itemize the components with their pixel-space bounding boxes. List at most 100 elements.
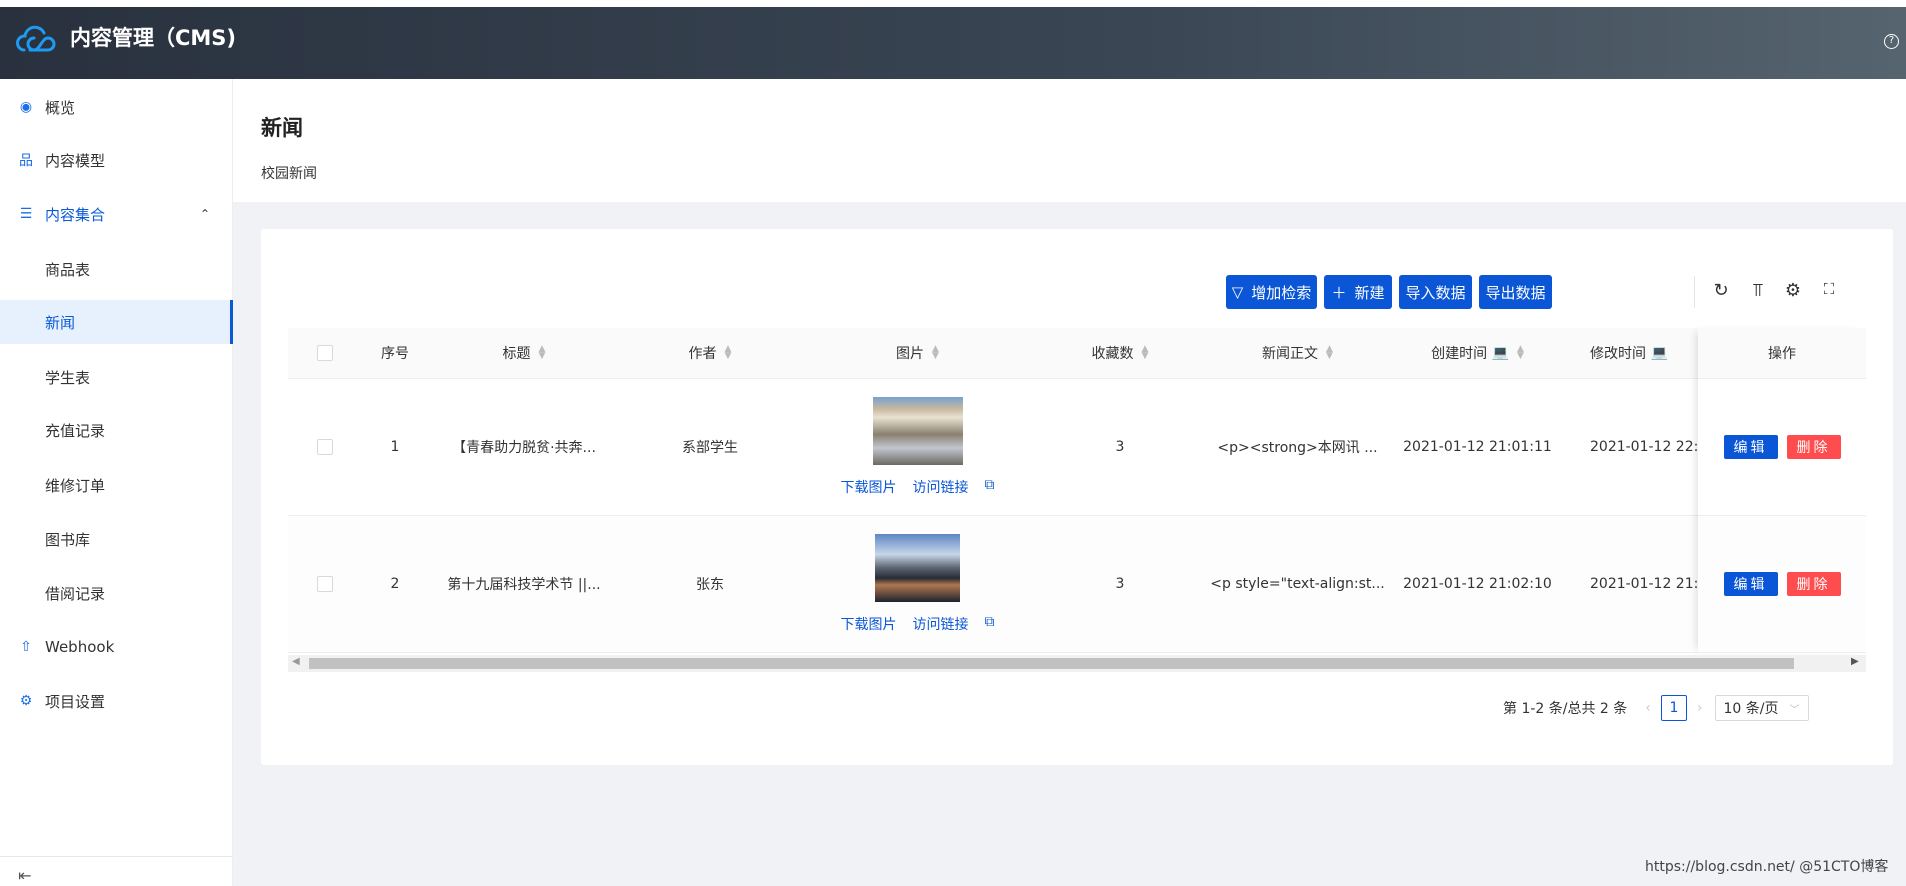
import-button[interactable]: 导入数据 — [1399, 275, 1472, 309]
select-all-checkbox[interactable] — [317, 345, 333, 361]
header-author[interactable]: 作者 ▲ ▼ — [620, 328, 800, 378]
scroll-left-arrow-icon[interactable]: ◀ — [292, 656, 300, 667]
header-label: 标题 — [502, 346, 531, 362]
download-image-link[interactable]: 下载图片 — [841, 477, 897, 497]
header-title[interactable]: 标题 ▲ ▼ — [428, 328, 620, 378]
header-content[interactable]: 新闻正文 ▲ ▼ — [1205, 328, 1390, 378]
toolbar-divider — [1694, 276, 1695, 308]
setting-icon: ⚙ — [19, 693, 33, 709]
column-height-icon[interactable]: ⫪ — [1746, 280, 1770, 301]
page-size-select[interactable]: 10 条/页 ﹀ — [1714, 695, 1809, 721]
row-checkbox[interactable] — [317, 439, 333, 455]
filter-icon: ▽ — [1231, 283, 1244, 301]
database-icon: ☰ — [19, 206, 33, 222]
cell-image: 下载图片 访问链接 ⧉ — [800, 516, 1035, 652]
header-label: 修改时间 — [1590, 346, 1646, 362]
header-created[interactable]: 创建时间 💻 ▲ ▼ — [1390, 328, 1565, 378]
create-button[interactable]: ＋ 新建 — [1324, 275, 1392, 309]
cell-created: 2021-01-12 21:02:10 — [1403, 576, 1552, 592]
cell-created: 2021-01-12 21:01:11 — [1403, 439, 1552, 455]
question-circle-icon[interactable]: ? — [1884, 34, 1899, 49]
top-strip — [0, 0, 1906, 7]
header-label: 新闻正文 — [1262, 346, 1319, 362]
next-page-icon[interactable]: › — [1697, 700, 1703, 716]
chevron-up-icon: ⌃ — [200, 207, 211, 221]
copy-icon[interactable]: ⧉ — [985, 614, 995, 634]
sidebar-item-content-model[interactable]: 品内容模型 — [0, 138, 233, 182]
header-label: 创建时间 — [1431, 346, 1488, 362]
delete-button[interactable]: 删除 — [1786, 572, 1841, 596]
cell-content: <p><strong>本网讯 ... — [1217, 440, 1378, 456]
sidebar-item-label: 商品表 — [45, 260, 91, 279]
cell-image: 下载图片 访问链接 ⧉ — [800, 379, 1035, 515]
edit-button[interactable]: 编辑 — [1723, 435, 1778, 459]
sidebar: ◉ 概览 品内容模型 ☰ 内容集合 ⌃ 商品表 新闻 学生表 充值记录 维修订单 图书… — [0, 79, 233, 886]
news-image-thumbnail[interactable] — [872, 397, 963, 465]
laptop-icon: 💻 — [1491, 345, 1509, 361]
sidebar-item-borrow-records[interactable]: 借阅记录 — [0, 571, 233, 615]
cell-index: 2 — [390, 576, 400, 592]
add-filter-button[interactable]: ▽ 增加检索 — [1226, 275, 1317, 309]
setting-icon[interactable]: ⚙ — [1781, 280, 1805, 301]
menu-fold-icon[interactable]: ⇤ — [18, 866, 31, 885]
sort-icon: ▲ ▼ — [1326, 344, 1333, 361]
header-favorites[interactable]: 收藏数 ▲ ▼ — [1035, 328, 1205, 378]
export-button[interactable]: 导出数据 — [1479, 275, 1552, 309]
visit-link[interactable]: 访问链接 — [913, 477, 969, 497]
sidebar-item-label: 新闻 — [45, 313, 76, 332]
sidebar-item-overview[interactable]: ◉ 概览 — [0, 85, 233, 129]
cell-title: 【青春助力脱贫·共奔... — [452, 440, 596, 456]
page-1-button[interactable]: 1 — [1660, 695, 1687, 721]
button-label: 新建 — [1354, 283, 1385, 302]
download-image-link[interactable]: 下载图片 — [841, 614, 897, 634]
cluster-icon: 品 — [19, 153, 33, 169]
header-label: 图片 — [896, 346, 925, 362]
page-header — [233, 79, 1906, 202]
visit-link[interactable]: 访问链接 — [913, 614, 969, 634]
sidebar-item-label: Webhook — [45, 638, 115, 656]
row-checkbox[interactable] — [317, 576, 333, 592]
cell-modified: 2021-01-12 21: — [1590, 576, 1698, 592]
fullscreen-icon[interactable]: ⛶ — [1817, 280, 1841, 298]
row-actions: 编辑 删除 — [1698, 379, 1866, 516]
sidebar-item-webhook[interactable]: ⇧ Webhook — [0, 625, 233, 669]
scroll-right-arrow-icon[interactable]: ▶ — [1851, 656, 1859, 667]
sidebar-item-recharge[interactable]: 充值记录 — [0, 408, 233, 452]
sidebar-item-students[interactable]: 学生表 — [0, 355, 233, 399]
sidebar-item-content-collection[interactable]: ☰ 内容集合 ⌃ — [0, 192, 233, 236]
header-label: 收藏数 — [1091, 346, 1134, 362]
page-title: 新闻 — [261, 116, 303, 140]
data-table: 序号 标题 ▲ ▼ 作者 ▲ ▼ 图片 ▲ ▼ 收藏数 ▲ ▼ 新闻正文 ▲ ▼ 创建时间 💻 ▲ ▼ … — [288, 328, 1698, 653]
news-image-thumbnail[interactable] — [875, 534, 960, 602]
sidebar-item-repair-orders[interactable]: 维修订单 — [0, 463, 233, 507]
actions-column: 操作 编辑 删除 编辑 删除 — [1698, 328, 1866, 653]
row-actions: 编辑 删除 — [1698, 516, 1866, 653]
sidebar-item-library[interactable]: 图书库 — [0, 517, 233, 561]
page-size-value: 10 条/页 — [1723, 701, 1779, 717]
copy-icon[interactable]: ⧉ — [985, 477, 995, 497]
pagination-summary: 第 1-2 条/总共 2 条 — [1503, 701, 1628, 717]
prev-page-icon[interactable]: ‹ — [1645, 700, 1651, 716]
button-label: 导入数据 — [1405, 283, 1466, 302]
sort-icon: ▲ ▼ — [932, 344, 939, 361]
laptop-icon: 💻 — [1650, 345, 1668, 361]
header-image[interactable]: 图片 ▲ ▼ — [800, 328, 1035, 378]
sort-icon: ▲ ▼ — [1516, 344, 1524, 361]
sidebar-item-label: 充值记录 — [45, 421, 106, 440]
cell-author: 张东 — [696, 577, 724, 593]
sidebar-item-products[interactable]: 商品表 — [0, 247, 233, 291]
cell-content: <p style="text-align:st... — [1210, 576, 1385, 592]
app-title: 内容管理（CMS) — [70, 26, 237, 50]
header-modified[interactable]: 修改时间 💻 — [1565, 328, 1698, 378]
sidebar-item-label: 借阅记录 — [45, 584, 106, 603]
table-row: 1 【青春助力脱贫·共奔... 系部学生 下载图片 访问链接 ⧉ 3 <p><str… — [288, 379, 1698, 516]
edit-button[interactable]: 编辑 — [1723, 572, 1778, 596]
scrollbar-thumb[interactable] — [309, 658, 1794, 669]
sidebar-item-news[interactable]: 新闻 — [0, 300, 233, 344]
delete-button[interactable]: 删除 — [1786, 435, 1841, 459]
sidebar-item-settings[interactable]: ⚙ 项目设置 — [0, 679, 233, 723]
reload-icon[interactable]: ↻ — [1709, 280, 1733, 301]
sidebar-item-label: 学生表 — [45, 368, 91, 387]
sidebar-item-label: 概览 — [45, 98, 76, 117]
sidebar-item-label: 维修订单 — [45, 476, 106, 495]
